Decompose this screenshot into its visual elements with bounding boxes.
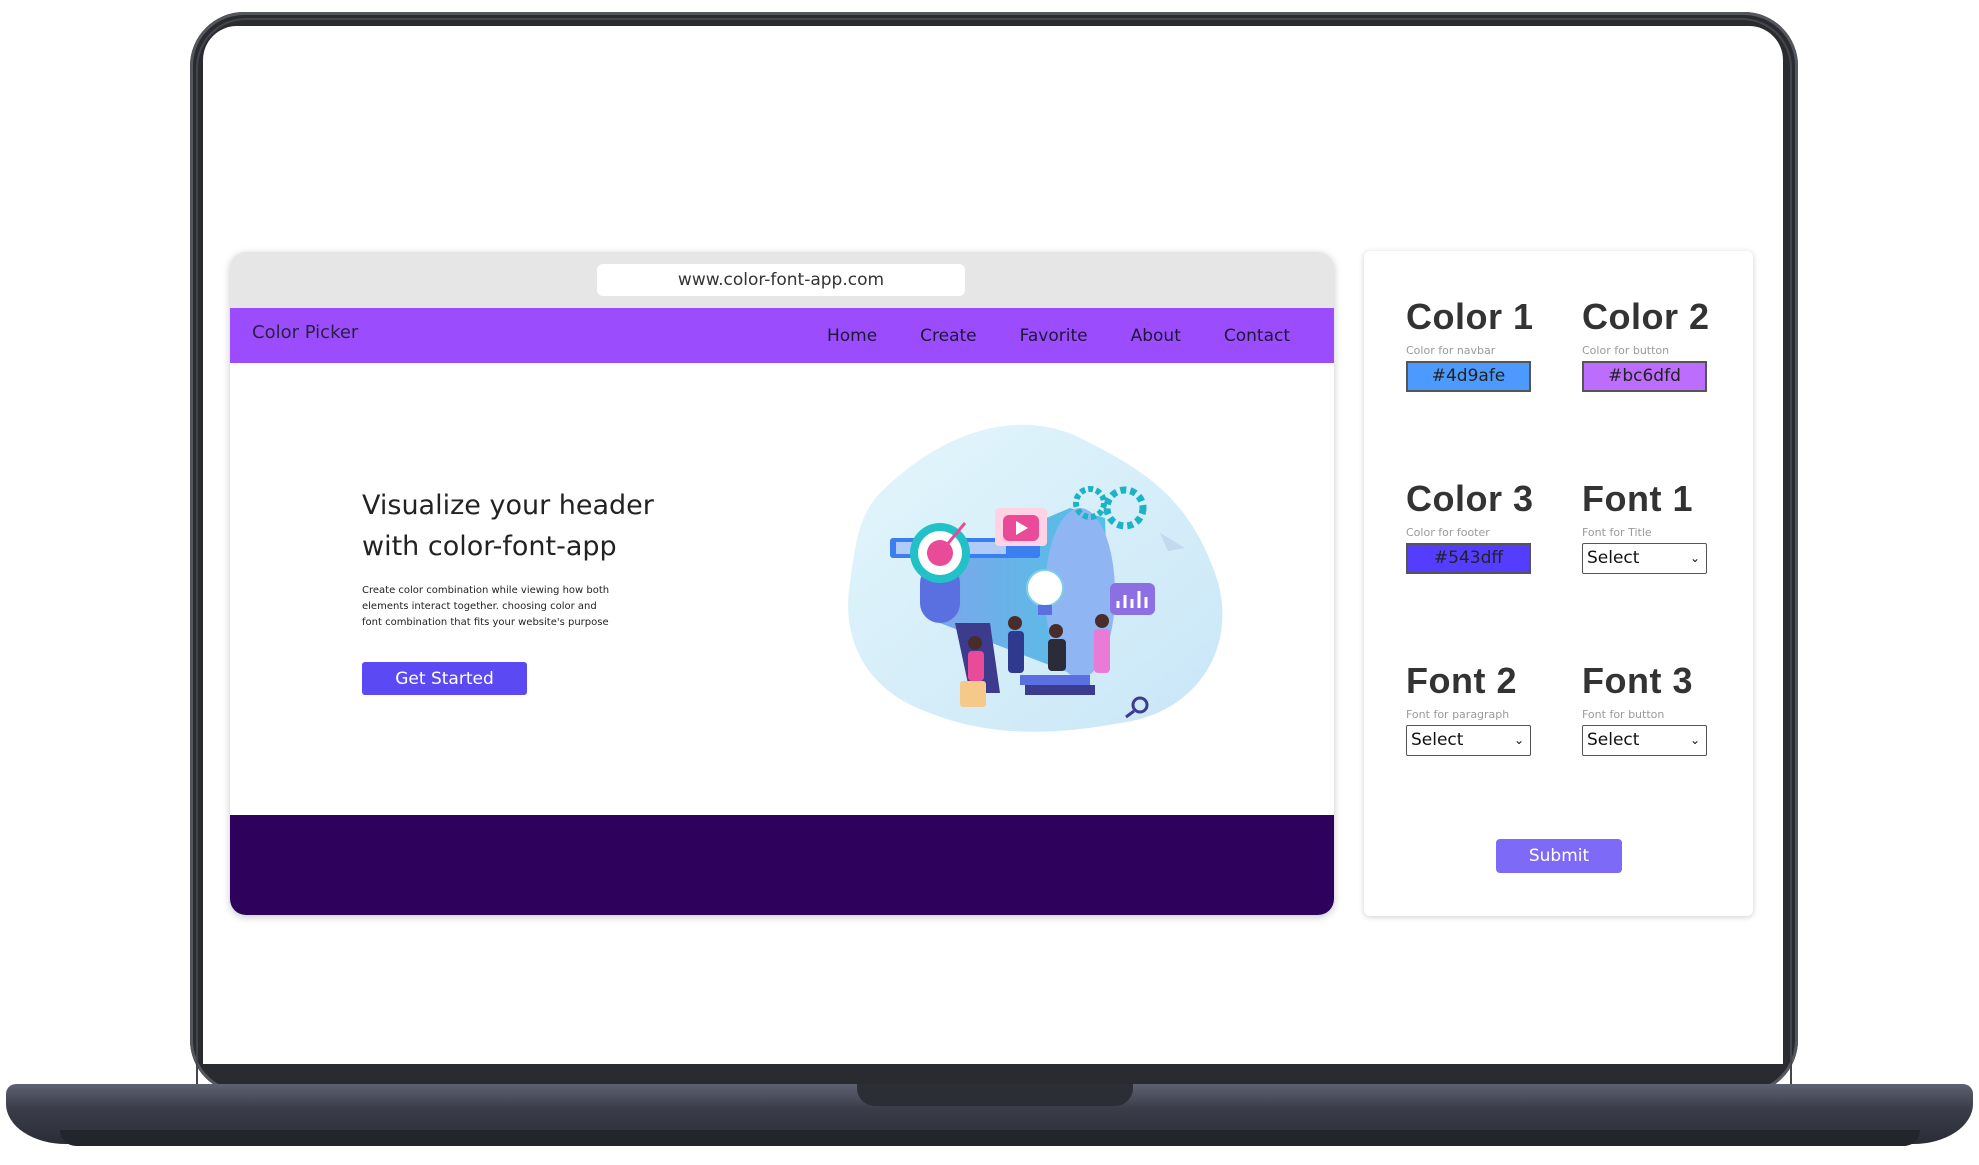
person-4	[1094, 629, 1110, 673]
color3-field: Color 3 Color for footer #543dff	[1406, 478, 1536, 574]
hero-section: Visualize your header with color-font-ap…	[230, 363, 1334, 815]
font3-hint: Font for button	[1582, 708, 1665, 721]
person-1	[968, 651, 984, 681]
color3-title: Color 3	[1406, 478, 1534, 519]
site-footer	[230, 815, 1334, 915]
site-nav-links: Home Create Favorite About Contact	[784, 326, 1290, 346]
get-started-button[interactable]: Get Started	[362, 662, 527, 695]
font3-title: Font 3	[1582, 660, 1693, 701]
site-navbar: Color Picker Home Create Favorite About …	[230, 308, 1334, 363]
hero-title: Visualize your header with color-font-ap…	[362, 490, 654, 562]
nav-link-home[interactable]: Home	[827, 326, 877, 346]
person-2	[1008, 631, 1024, 673]
font1-title: Font 1	[1582, 478, 1693, 519]
site-brand[interactable]: Color Picker	[252, 322, 358, 343]
font2-hint: Font for paragraph	[1406, 708, 1510, 721]
chevron-down-icon: ⌄	[1513, 733, 1524, 747]
font2-field: Font 2 Font for paragraph Select ⌄	[1406, 660, 1536, 756]
font2-select[interactable]: Select ⌄	[1406, 725, 1531, 756]
browser-window: www.color-font-app.com Color Picker Home…	[230, 252, 1334, 915]
color2-title: Color 2	[1582, 296, 1710, 337]
laptop-base-bottom	[60, 1130, 1920, 1146]
font3-select-value: Select	[1587, 730, 1640, 750]
font1-hint: Font for Title	[1582, 526, 1652, 539]
color3-hint: Color for footer	[1406, 526, 1490, 539]
nav-link-favorite[interactable]: Favorite	[1020, 326, 1088, 346]
laptop-notch	[857, 1084, 1133, 1106]
color1-field: Color 1 Color for navbar #4d9afe	[1406, 296, 1536, 392]
chevron-down-icon: ⌄	[1689, 551, 1700, 565]
color1-input[interactable]: #4d9afe	[1406, 361, 1531, 392]
font1-select-value: Select	[1587, 548, 1640, 568]
font3-field: Font 3 Font for button Select ⌄	[1582, 660, 1712, 756]
color2-input[interactable]: #bc6dfd	[1582, 361, 1707, 392]
color3-input[interactable]: #543dff	[1406, 543, 1531, 574]
nav-link-contact[interactable]: Contact	[1224, 326, 1290, 346]
font1-field: Font 1 Font for Title Select ⌄	[1582, 478, 1712, 574]
person-3	[1048, 639, 1066, 671]
url-bar[interactable]: www.color-font-app.com	[597, 264, 965, 296]
font3-select[interactable]: Select ⌄	[1582, 725, 1707, 756]
chevron-down-icon: ⌄	[1689, 733, 1700, 747]
nav-link-about[interactable]: About	[1131, 326, 1181, 346]
color1-title: Color 1	[1406, 296, 1534, 337]
submit-button[interactable]: Submit	[1496, 839, 1622, 873]
nav-link-create[interactable]: Create	[920, 326, 977, 346]
lightbulb-icon	[1026, 569, 1064, 607]
font1-select[interactable]: Select ⌄	[1582, 543, 1707, 574]
color2-field: Color 2 Color for button #bc6dfd	[1582, 296, 1712, 392]
hero-text: Create color combination while viewing h…	[362, 585, 610, 628]
font2-select-value: Select	[1411, 730, 1464, 750]
settings-panel: Color 1 Color for navbar #4d9afe Color 2…	[1364, 251, 1753, 916]
color1-hint: Color for navbar	[1406, 344, 1496, 357]
marketing-illustration	[848, 424, 1223, 732]
color2-hint: Color for button	[1582, 344, 1670, 357]
font2-title: Font 2	[1406, 660, 1517, 701]
browser-toolbar: www.color-font-app.com	[230, 252, 1334, 308]
